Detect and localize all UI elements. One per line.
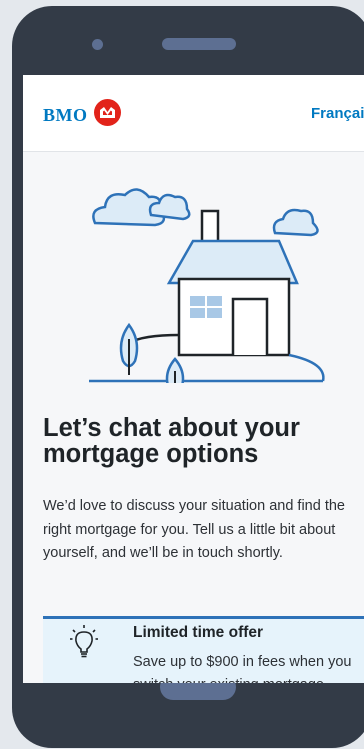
language-toggle-link[interactable]: Français	[311, 105, 364, 122]
intro-paragraph: We’d love to discuss your situation and …	[43, 498, 345, 561]
house-illustration	[89, 188, 325, 383]
camera-dot	[92, 39, 103, 50]
site-header: BMO Français	[23, 75, 364, 152]
lightbulb-icon	[70, 625, 98, 658]
bmo-logo-text[interactable]: BMO	[43, 105, 88, 126]
cloud-right	[272, 208, 319, 237]
screen: BMO Français	[23, 75, 364, 683]
limited-offer-card: Limited time offer Save up to $900 in fe…	[43, 616, 364, 683]
offer-body: Save up to $900 in fees when you switch …	[133, 654, 352, 683]
bmo-logo-icon[interactable]	[94, 99, 121, 126]
offer-title: Limited time offer	[133, 624, 264, 641]
page-headline: Let’s chat about your mortgage options	[43, 414, 300, 468]
speaker-bar	[162, 38, 236, 50]
